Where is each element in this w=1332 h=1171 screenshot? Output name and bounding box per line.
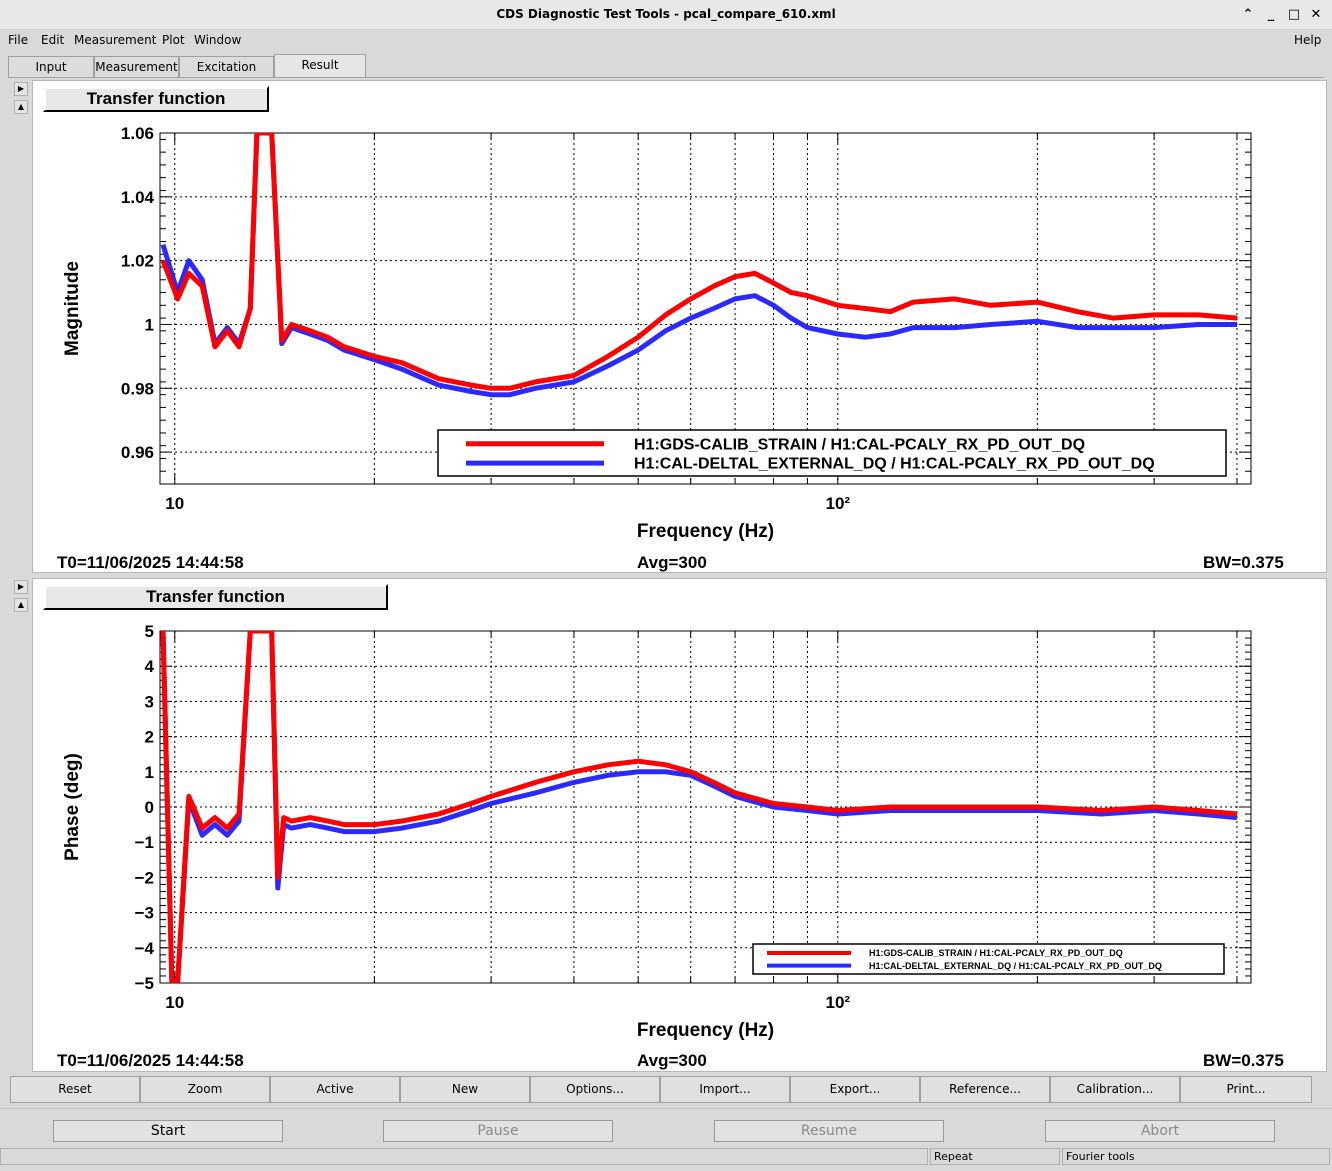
y-axis-label: Magnitude	[62, 261, 83, 356]
y-tick-label: 1	[145, 315, 154, 334]
y-tick-label: 1.04	[121, 188, 155, 207]
magnitude-plot-panel: Transfer function 0.96 0.98 1 1.02 1.04 1.06 1…	[32, 80, 1327, 573]
status-bar: Repeat Fourier tools	[0, 1148, 1332, 1171]
window-title: CDS Diagnostic Test Tools - pcal_compare…	[496, 7, 836, 21]
x-axis-label: Frequency (Hz)	[637, 1020, 774, 1041]
x-tick-label: 10²	[825, 993, 850, 1012]
y-tick-label: 5	[145, 622, 154, 641]
y-tick-label: −2	[135, 868, 154, 887]
legend-entry: H1:CAL-DELTAL_EXTERNAL_DQ / H1:CAL-PCALY…	[634, 456, 1155, 473]
tab-excitation[interactable]: Excitation	[179, 56, 274, 78]
calibration-button[interactable]: Calibration...	[1050, 1076, 1180, 1103]
y-tick-label: 0.98	[121, 379, 154, 398]
menu-help[interactable]: Help	[1294, 33, 1321, 47]
y-tick-label: 1.06	[121, 124, 154, 143]
y-tick-label: 3	[145, 692, 154, 711]
expand-right-icon[interactable]: ▶	[14, 82, 28, 96]
t0-label: T0=11/06/2025 14:44:58	[57, 553, 244, 572]
legend-entry: H1:CAL-DELTAL_EXTERNAL_DQ / H1:CAL-PCALY…	[869, 961, 1162, 971]
y-tick-label: −4	[135, 939, 155, 958]
chevron-up-icon[interactable]: ⌃	[1238, 5, 1258, 25]
print-button[interactable]: Print...	[1180, 1076, 1312, 1103]
menu-plot[interactable]: Plot	[162, 33, 185, 47]
y-tick-label: 0	[145, 798, 154, 817]
active-button[interactable]: Active	[270, 1076, 400, 1103]
menu-measurement[interactable]: Measurement	[74, 33, 156, 47]
magnitude-chart[interactable]: 0.96 0.98 1 1.02 1.04 1.06 10 10² Frequency (Hz)…	[33, 81, 1328, 574]
avg-label: Avg=300	[637, 553, 707, 572]
y-tick-label: 1	[145, 763, 154, 782]
tab-measurement[interactable]: Measurement	[94, 56, 179, 78]
export-button[interactable]: Export...	[790, 1076, 920, 1103]
y-tick-label: 0.96	[121, 443, 154, 462]
status-fourier-tools: Fourier tools	[1062, 1148, 1330, 1165]
legend: H1:GDS-CALIB_STRAIN / H1:CAL-PCALY_RX_PD…	[437, 429, 1227, 477]
resume-button[interactable]: Resume	[714, 1120, 944, 1142]
bw-label: BW=0.375	[1203, 553, 1284, 572]
phase-plot-panel: Transfer function −5 −4 −3 −2 −1 0 1 2 3 4 5 10 10² F…	[32, 578, 1327, 1072]
start-button[interactable]: Start	[53, 1120, 283, 1142]
menu-bar: File Edit Measurement Plot Window Help	[0, 30, 1332, 52]
legend-entry: H1:GDS-CALIB_STRAIN / H1:CAL-PCALY_RX_PD…	[869, 948, 1123, 958]
y-axis-label: Phase (deg)	[62, 753, 83, 861]
y-tick-label: 2	[145, 728, 154, 747]
phase-chart[interactable]: −5 −4 −3 −2 −1 0 1 2 3 4 5 10 10² Frequency (Hz) Phase…	[33, 579, 1328, 1073]
minimize-icon[interactable]: _	[1261, 5, 1281, 25]
options-button[interactable]: Options...	[530, 1076, 660, 1103]
menu-file[interactable]: File	[8, 33, 28, 47]
y-tick-label: 1.02	[121, 252, 154, 271]
bw-label: BW=0.375	[1203, 1051, 1284, 1070]
y-tick-label: −5	[135, 974, 154, 993]
y-tick-label: −1	[135, 833, 154, 852]
y-tick-label: 4	[145, 657, 155, 676]
pause-button[interactable]: Pause	[383, 1120, 613, 1142]
x-tick-label: 10	[165, 993, 184, 1012]
plot-button-row: Reset Zoom Active New Options... Import.…	[10, 1076, 1312, 1103]
import-button[interactable]: Import...	[660, 1076, 790, 1103]
avg-label: Avg=300	[637, 1051, 707, 1070]
new-button[interactable]: New	[400, 1076, 530, 1103]
control-row: Start Pause Resume Abort	[0, 1108, 1332, 1148]
reference-button[interactable]: Reference...	[920, 1076, 1050, 1103]
title-bar: CDS Diagnostic Test Tools - pcal_compare…	[0, 0, 1332, 30]
menu-window[interactable]: Window	[194, 33, 241, 47]
status-field-main	[0, 1148, 928, 1165]
tab-result[interactable]: Result	[274, 54, 366, 78]
x-tick-label: 10	[165, 494, 184, 513]
zoom-button[interactable]: Zoom	[140, 1076, 270, 1103]
maximize-icon[interactable]: □	[1284, 5, 1304, 25]
legend: H1:GDS-CALIB_STRAIN / H1:CAL-PCALY_RX_PD…	[752, 943, 1225, 975]
tab-divider	[8, 77, 1324, 78]
tab-input[interactable]: Input	[8, 56, 94, 78]
close-icon[interactable]: ✕	[1306, 5, 1326, 25]
x-axis-label: Frequency (Hz)	[637, 521, 774, 542]
y-tick-label: −3	[135, 904, 154, 923]
reset-button[interactable]: Reset	[10, 1076, 140, 1103]
collapse-up-icon[interactable]: ▲	[14, 598, 28, 612]
menu-edit[interactable]: Edit	[41, 33, 64, 47]
legend-entry: H1:GDS-CALIB_STRAIN / H1:CAL-PCALY_RX_PD…	[634, 436, 1085, 453]
t0-label: T0=11/06/2025 14:44:58	[57, 1051, 244, 1070]
x-tick-label: 10²	[825, 494, 850, 513]
status-repeat: Repeat	[930, 1148, 1060, 1165]
expand-right-icon[interactable]: ▶	[14, 580, 28, 594]
abort-button[interactable]: Abort	[1045, 1120, 1275, 1142]
collapse-up-icon[interactable]: ▲	[14, 100, 28, 114]
